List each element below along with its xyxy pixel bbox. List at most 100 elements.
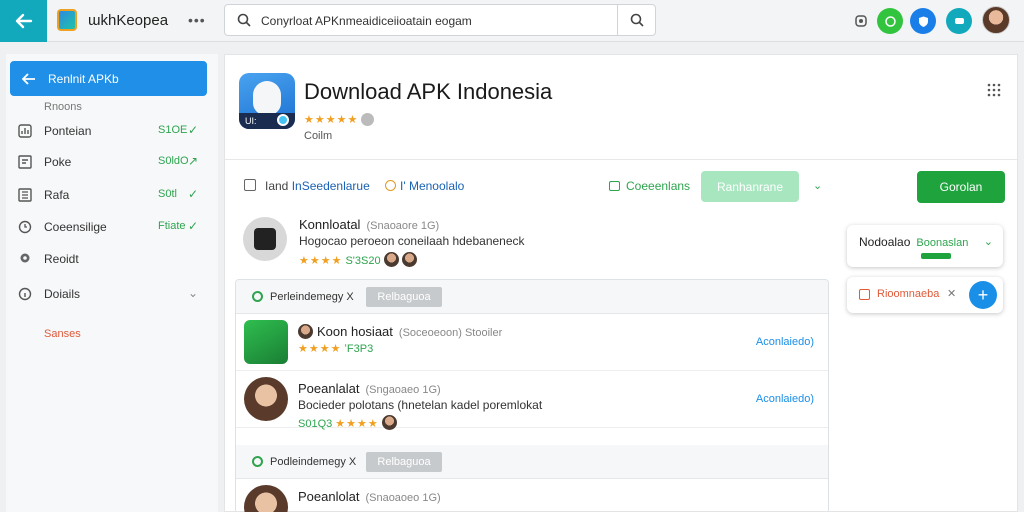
sidebar-item[interactable]: Reoidt bbox=[6, 247, 218, 271]
mini-avatar bbox=[383, 252, 399, 267]
app-icon-face bbox=[253, 81, 281, 115]
user-avatar[interactable] bbox=[982, 6, 1010, 34]
list-item-text: Bocieder polotans (hnetelan kadel poreml… bbox=[298, 398, 543, 412]
list-item[interactable]: Poeanlalat (Sngaoaeo 1G) Bocieder polotan… bbox=[236, 372, 828, 430]
calendar-icon bbox=[859, 289, 870, 300]
floating-card[interactable]: Nodoalao Boonaslan ⌄ bbox=[847, 225, 1003, 267]
chat-icon[interactable] bbox=[877, 8, 903, 34]
reviewer-avatar[interactable] bbox=[243, 217, 287, 261]
back-button[interactable] bbox=[0, 0, 47, 42]
rating-info-icon[interactable] bbox=[361, 113, 374, 126]
search-icon bbox=[237, 13, 251, 27]
sidebar-item[interactable]: Ponteian S1OE ✓ bbox=[6, 119, 218, 143]
review-list: Perleindemegy X Relbaguoa Koon hosiaat (S… bbox=[235, 279, 829, 512]
rating-stars: ★★★★ bbox=[335, 418, 379, 430]
sidebar-item-value: S1OE bbox=[158, 124, 188, 136]
chevron-down-icon[interactable]: ⌄ bbox=[984, 235, 993, 248]
sidebar-item-value: Ftiate bbox=[158, 220, 186, 232]
list-item-thumbnail bbox=[244, 377, 288, 421]
group-header: Perleindemegy X Relbaguoa bbox=[236, 280, 828, 314]
review-item: Konnloatal (Snaoaore 1G) Hogocao peroeon … bbox=[241, 215, 841, 271]
primary-button[interactable]: Gorolan bbox=[917, 171, 1005, 203]
sidebar-item-value: S0ldO bbox=[158, 155, 189, 167]
sidebar-item[interactable]: Doiails ⌄ bbox=[6, 282, 218, 306]
sidebar-item-label: Ponteian bbox=[44, 124, 92, 138]
share-label: Coeeenlans bbox=[626, 179, 691, 193]
group-label: Podleindemegy X bbox=[270, 456, 357, 468]
sidebar-item-active[interactable]: Renlnit APKb bbox=[10, 61, 207, 96]
sidebar-item[interactable]: Coeensilige Ftiate ✓ bbox=[6, 215, 218, 239]
list-item-rating: ★★★★ ʻF3P3 bbox=[298, 342, 373, 355]
share-link[interactable]: Coeeenlans bbox=[609, 179, 690, 193]
app-name: ɯkhKeopea bbox=[88, 12, 169, 29]
info-icon bbox=[18, 287, 32, 301]
arrow-left-icon bbox=[15, 13, 32, 29]
sidebar-item-label: Rafa bbox=[44, 188, 70, 202]
review-rating: ★★★★ S'3S20 bbox=[299, 252, 417, 267]
floating-card-label: Nodoalao Boonaslan bbox=[859, 235, 968, 249]
grid-icon[interactable] bbox=[987, 83, 1001, 97]
group-tag[interactable]: Relbaguoa bbox=[366, 287, 442, 307]
app-subtitle: Coilm bbox=[304, 130, 333, 142]
sidebar-item-label: Coeensilige bbox=[44, 220, 107, 234]
notification-icon[interactable] bbox=[848, 8, 874, 34]
doc-icon bbox=[18, 155, 32, 169]
checkbox-label: Iand InSeedenlarue bbox=[265, 179, 370, 193]
mini-avatar bbox=[381, 415, 397, 430]
sidebar-item[interactable]: Rafa S0tl ✓ bbox=[6, 183, 218, 207]
search-button[interactable] bbox=[617, 5, 655, 35]
group-tag[interactable]: Relbaguoa bbox=[366, 452, 442, 472]
trend-icon: ↗ bbox=[188, 154, 199, 168]
list-item-name-text: Koon hosiaat bbox=[317, 324, 393, 339]
pin-icon bbox=[20, 253, 30, 263]
filter-label: I' Menoolalo bbox=[400, 179, 465, 193]
list-icon bbox=[18, 188, 32, 202]
avatar-glyph bbox=[254, 228, 276, 250]
app-logo-icon bbox=[57, 9, 77, 31]
sidebar-link[interactable]: Sanses bbox=[44, 328, 81, 340]
list-item-name: Poeanlolat (Snaoaoeo 1G) bbox=[298, 489, 441, 504]
secondary-button[interactable]: Ranhanrane bbox=[701, 171, 799, 202]
list-item[interactable]: Koon hosiaat (Soceoeoon) Stooiler ★★★★ ʻF3… bbox=[236, 315, 828, 371]
sidebar-item-value: S0tl bbox=[158, 188, 177, 200]
divider bbox=[225, 159, 1019, 160]
clock-icon bbox=[18, 220, 32, 234]
mini-avatar bbox=[298, 324, 313, 339]
sidebar-item-label: Reoidt bbox=[44, 252, 79, 266]
sidebar-item[interactable]: Poke S0ldO ↗ bbox=[6, 150, 218, 174]
group-icon bbox=[252, 456, 263, 467]
sidebar-item-label: Renlnit APKb bbox=[48, 71, 119, 86]
plus-icon: + bbox=[977, 284, 989, 305]
checkbox-label-link[interactable]: InSeedenlarue bbox=[292, 179, 370, 193]
rating-stars: ★★★★★ bbox=[304, 114, 359, 126]
more-icon[interactable]: ••• bbox=[188, 12, 206, 28]
add-button[interactable]: + bbox=[969, 281, 997, 309]
review-meta: (Snaoaore 1G) bbox=[366, 220, 440, 232]
top-bar: ɯkhKeopea ••• bbox=[0, 0, 1024, 42]
search-input[interactable] bbox=[261, 11, 611, 31]
floating-card-value: Boonaslan bbox=[916, 237, 969, 249]
message-icon[interactable] bbox=[946, 8, 972, 34]
mini-avatar bbox=[401, 252, 417, 267]
app-icon: UI: bbox=[239, 73, 295, 129]
shield-icon[interactable] bbox=[910, 8, 936, 34]
rating-stars: ★★★★ bbox=[298, 343, 342, 355]
list-item-count: S01Q3 bbox=[298, 418, 333, 430]
list-item[interactable]: Poeanlolat (Snaoaoeo 1G) bbox=[236, 480, 828, 512]
list-item-name: Koon hosiaat (Soceoeoon) Stooiler bbox=[298, 324, 502, 339]
trend-icon: ✓ bbox=[188, 187, 199, 201]
share-icon bbox=[609, 181, 620, 191]
sidebar-item-label: Poke bbox=[44, 155, 72, 169]
group-icon bbox=[252, 291, 263, 302]
list-item-action[interactable]: Aconlaiedo) bbox=[756, 393, 814, 405]
select-checkbox[interactable] bbox=[244, 179, 256, 191]
list-item-action[interactable]: Aconlaiedo) bbox=[756, 336, 814, 348]
trend-icon: ✓ bbox=[188, 219, 199, 233]
list-item-name-text: Poeanlolat bbox=[298, 489, 360, 504]
chevron-down-icon[interactable]: ⌄ bbox=[813, 179, 822, 192]
filter-link[interactable]: I' Menoolalo bbox=[385, 179, 464, 193]
reviewer-name: Konnloatal (Snaoaore 1G) bbox=[299, 217, 439, 232]
close-icon[interactable]: ✕ bbox=[947, 287, 956, 300]
reviewer-name-text: Konnloatal bbox=[299, 217, 361, 232]
floating-card-label: Rioomnaeba bbox=[877, 288, 940, 300]
